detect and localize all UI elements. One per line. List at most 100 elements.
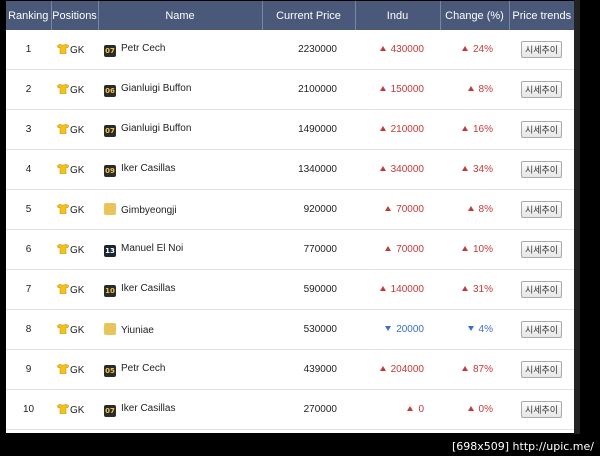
change-value: 0% bbox=[478, 404, 493, 415]
season-badge-icon: 13 bbox=[104, 244, 116, 257]
header-change[interactable]: Change (%) bbox=[440, 1, 510, 30]
table-row[interactable]: 5 GK Gimbyeongji 920000 70000 8% 시세추이 bbox=[6, 189, 574, 230]
price-trend-button[interactable]: 시세추이 bbox=[520, 161, 563, 178]
watermark: [698x509] http://upic.me/ bbox=[451, 440, 594, 453]
indu-value: 210000 bbox=[390, 124, 424, 135]
header-price-trends[interactable]: Price trends bbox=[509, 1, 574, 30]
goalkeeper-shirt-icon bbox=[57, 43, 69, 54]
name-cell[interactable]: 07 Gianluigi Buffon bbox=[98, 109, 262, 150]
indu-value: 70000 bbox=[396, 204, 424, 215]
season-badge-icon: 07 bbox=[104, 44, 116, 57]
indu-cell: 430000 bbox=[355, 30, 440, 70]
table-row[interactable]: 6 GK 13 Manuel El Noi 770000 70000 10% 시세… bbox=[6, 229, 574, 270]
current-price-cell: 1490000 bbox=[262, 109, 355, 150]
player-name[interactable]: Gimbyeongji bbox=[121, 205, 177, 216]
header-name[interactable]: Name bbox=[98, 1, 263, 30]
trend-arrow-icon bbox=[379, 126, 386, 131]
table-row[interactable]: 7 GK 10 Iker Casillas 590000 140000 31% 시… bbox=[6, 269, 574, 310]
header-indu[interactable]: Indu bbox=[355, 1, 441, 30]
season-badge-icon: 06 bbox=[104, 84, 116, 97]
price-trend-button[interactable]: 시세추이 bbox=[520, 281, 563, 298]
current-price-cell: 270000 bbox=[262, 389, 355, 430]
price-trend-cell: 시세추이 bbox=[509, 269, 574, 310]
indu-value: 140000 bbox=[390, 284, 424, 295]
position-cell: GK bbox=[51, 229, 98, 270]
current-price-cell: 590000 bbox=[262, 269, 355, 310]
player-name[interactable]: Iker Casillas bbox=[121, 283, 175, 294]
rank-cell: 4 bbox=[6, 149, 51, 190]
position-cell: GK bbox=[51, 149, 98, 190]
trend-arrow-icon bbox=[461, 286, 468, 291]
table-row[interactable]: 2 GK 06 Gianluigi Buffon 2100000 150000 8… bbox=[6, 69, 574, 110]
indu-cell: 340000 bbox=[355, 149, 440, 190]
table-row[interactable]: 4 GK 09 Iker Casillas 1340000 340000 34% … bbox=[6, 149, 574, 190]
player-name[interactable]: Petr Cech bbox=[121, 43, 165, 54]
change-value: 24% bbox=[472, 44, 493, 55]
header-current-price[interactable]: Current Price bbox=[262, 1, 356, 30]
change-cell: 8% bbox=[440, 69, 509, 110]
table-row[interactable]: 10 GK 07 Iker Casillas 270000 0 0% 시세추이 bbox=[6, 389, 574, 430]
trend-arrow-icon bbox=[379, 46, 386, 51]
rank-cell: 3 bbox=[6, 109, 51, 150]
position-cell: GK bbox=[51, 349, 98, 390]
table-row[interactable]: 8 GK Yiuniae 530000 20000 4% 시세추이 bbox=[6, 309, 574, 350]
table-row[interactable]: 9 GK 05 Petr Cech 439000 204000 87% 시세추이 bbox=[6, 349, 574, 390]
indu-value: 340000 bbox=[390, 164, 424, 175]
rank-cell: 9 bbox=[6, 349, 51, 390]
name-cell[interactable]: 05 Petr Cech bbox=[98, 349, 262, 390]
indu-cell: 210000 bbox=[355, 109, 440, 150]
change-cell: 16% bbox=[440, 109, 509, 150]
table-row[interactable]: 1 GK 07 Petr Cech 2230000 430000 24% 시세추이 bbox=[6, 30, 574, 70]
change-cell: 0% bbox=[440, 389, 509, 430]
price-trend-cell: 시세추이 bbox=[509, 229, 574, 270]
season-badge-icon: 07 bbox=[104, 404, 116, 417]
right-edge-strip bbox=[574, 0, 580, 434]
trend-arrow-icon bbox=[379, 366, 386, 371]
position-label: GK bbox=[70, 364, 85, 376]
season-badge-icon bbox=[104, 203, 116, 215]
player-name[interactable]: Manuel El Noi bbox=[121, 243, 183, 254]
indu-cell: 70000 bbox=[355, 229, 440, 270]
trend-arrow-icon bbox=[467, 206, 474, 211]
player-name[interactable]: Gianluigi Buffon bbox=[121, 83, 191, 94]
player-name[interactable]: Iker Casillas bbox=[121, 163, 175, 174]
change-cell: 87% bbox=[440, 349, 509, 390]
name-cell[interactable]: 09 Iker Casillas bbox=[98, 149, 262, 190]
player-name[interactable]: Gianluigi Buffon bbox=[121, 123, 191, 134]
price-trend-button[interactable]: 시세추이 bbox=[520, 361, 563, 378]
header-ranking[interactable]: Ranking bbox=[6, 1, 52, 30]
current-price-cell: 439000 bbox=[262, 349, 355, 390]
header-positions[interactable]: Positions bbox=[51, 1, 99, 30]
rank-cell: 5 bbox=[6, 189, 51, 230]
name-cell[interactable]: 06 Gianluigi Buffon bbox=[98, 69, 262, 110]
name-cell[interactable]: Yiuniae bbox=[98, 309, 262, 350]
name-cell[interactable]: 13 Manuel El Noi bbox=[98, 229, 262, 270]
price-trend-button[interactable]: 시세추이 bbox=[520, 321, 563, 338]
name-cell[interactable]: Gimbyeongji bbox=[98, 189, 262, 230]
name-cell[interactable]: 10 Iker Casillas bbox=[98, 269, 262, 310]
price-trend-cell: 시세추이 bbox=[509, 389, 574, 430]
player-name[interactable]: Yiuniae bbox=[121, 325, 154, 336]
price-trend-button[interactable]: 시세추이 bbox=[520, 121, 563, 138]
table-row[interactable]: 3 GK 07 Gianluigi Buffon 1490000 210000 1… bbox=[6, 109, 574, 150]
change-cell: 4% bbox=[440, 309, 509, 350]
player-name[interactable]: Iker Casillas bbox=[121, 403, 175, 414]
rank-cell: 1 bbox=[6, 30, 51, 70]
name-cell[interactable]: 07 Petr Cech bbox=[98, 30, 262, 70]
position-cell: GK bbox=[51, 109, 98, 150]
trend-arrow-icon bbox=[385, 326, 392, 331]
price-trend-button[interactable]: 시세추이 bbox=[520, 41, 563, 58]
rank-cell: 6 bbox=[6, 229, 51, 270]
price-trend-button[interactable]: 시세추이 bbox=[520, 201, 563, 218]
trend-arrow-icon bbox=[461, 246, 468, 251]
name-cell[interactable]: 07 Iker Casillas bbox=[98, 389, 262, 430]
price-trend-button[interactable]: 시세추이 bbox=[520, 81, 563, 98]
goalkeeper-shirt-icon bbox=[57, 403, 69, 414]
goalkeeper-shirt-icon bbox=[57, 163, 69, 174]
change-value: 34% bbox=[472, 164, 493, 175]
price-trend-button[interactable]: 시세추이 bbox=[520, 241, 563, 258]
page: Ranking Positions Name Current Price Ind… bbox=[0, 0, 600, 456]
price-trend-button[interactable]: 시세추이 bbox=[520, 401, 563, 418]
player-name[interactable]: Petr Cech bbox=[121, 363, 165, 374]
change-value: 16% bbox=[472, 124, 493, 135]
